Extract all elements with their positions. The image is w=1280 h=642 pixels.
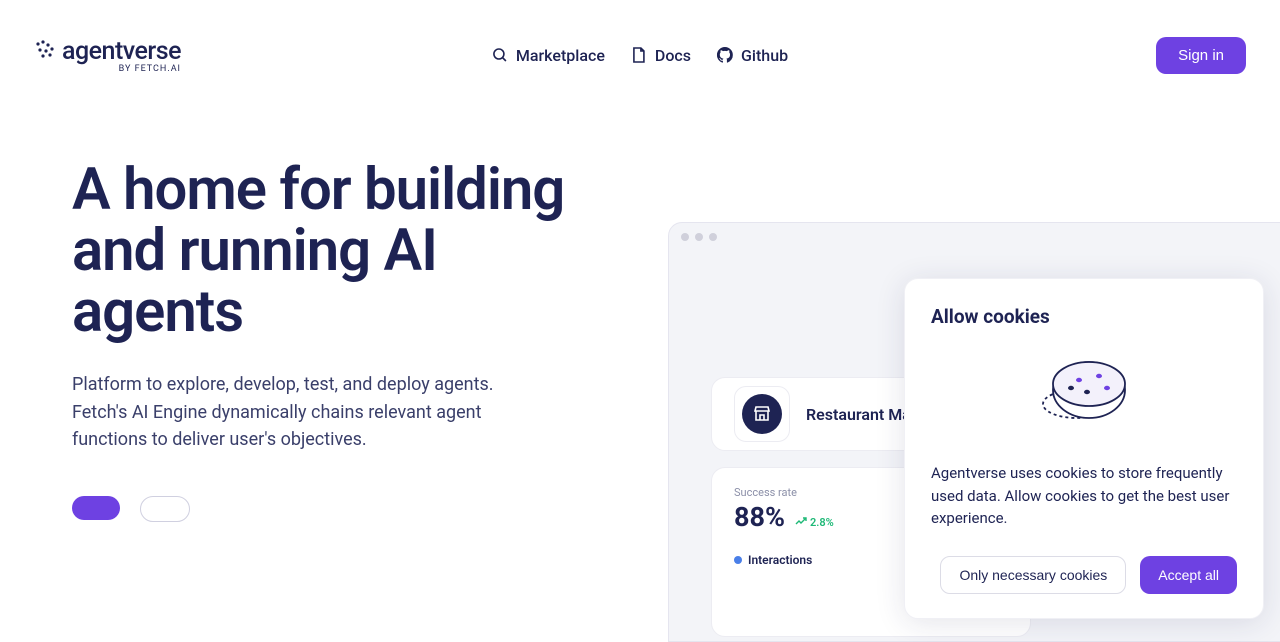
- stat-change: 2.8%: [795, 516, 834, 529]
- cookie-buttons: Only necessary cookies Accept all: [931, 556, 1237, 594]
- hero-title: A home for building and running AI agent…: [72, 160, 568, 343]
- window-dot-icon: [709, 233, 717, 241]
- window-controls: [669, 223, 1280, 251]
- cookie-accept-button[interactable]: Accept all: [1140, 556, 1237, 594]
- cookie-dialog: Allow cookies Agentverse uses cookies to…: [904, 278, 1264, 619]
- hero-buttons: [72, 496, 568, 522]
- nav-docs-label: Docs: [655, 46, 691, 65]
- window-dot-icon: [681, 233, 689, 241]
- cookie-illustration: [931, 352, 1237, 436]
- stat-value: 88%: [734, 501, 785, 533]
- cookie-necessary-button[interactable]: Only necessary cookies: [940, 556, 1126, 594]
- trend-up-icon: [795, 516, 807, 529]
- agent-icon-container: [734, 386, 790, 442]
- store-icon: [742, 394, 782, 434]
- cookie-title: Allow cookies: [931, 305, 1237, 328]
- hero-subtitle: Platform to explore, develop, test, and …: [72, 371, 512, 455]
- legend-dot-icon: [734, 556, 742, 564]
- sign-in-button[interactable]: Sign in: [1156, 37, 1246, 74]
- hero-secondary-button[interactable]: [140, 496, 190, 522]
- github-icon: [717, 47, 733, 63]
- window-dot-icon: [695, 233, 703, 241]
- hero-section: A home for building and running AI agent…: [0, 0, 640, 522]
- cookie-text: Agentverse uses cookies to store frequen…: [931, 462, 1237, 530]
- cookie-icon: [1029, 352, 1139, 436]
- stat-change-value: 2.8%: [810, 516, 834, 529]
- nav-github[interactable]: Github: [717, 46, 788, 65]
- hero-primary-button[interactable]: [72, 496, 120, 520]
- legend-label: Interactions: [748, 553, 812, 567]
- nav-github-label: Github: [741, 46, 788, 65]
- agent-name: Restaurant Man: [806, 405, 920, 424]
